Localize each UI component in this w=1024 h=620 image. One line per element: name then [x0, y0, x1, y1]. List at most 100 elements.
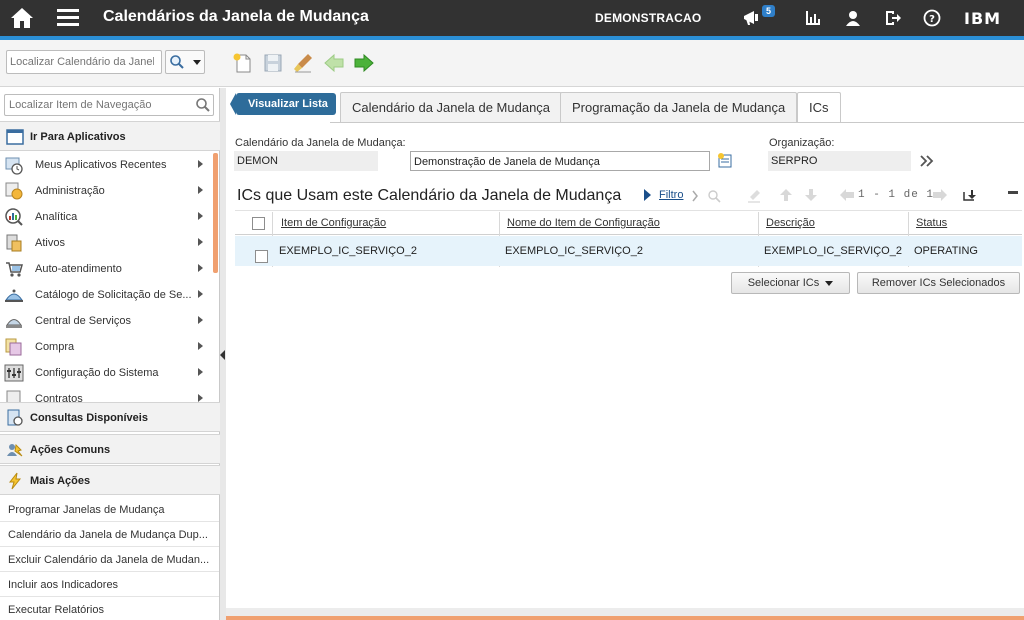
new-record-icon[interactable]	[232, 52, 254, 74]
cell-ci-name: EXEMPLO_IC_SERVIÇO_2	[505, 245, 643, 257]
help-icon[interactable]: ?	[922, 8, 942, 28]
profile-icon[interactable]	[843, 8, 863, 28]
reports-chart-icon[interactable]	[803, 8, 823, 28]
app-item-administration[interactable]: Administração	[0, 178, 212, 204]
app-item-assets[interactable]: Ativos	[0, 230, 212, 256]
select-all-checkbox[interactable]	[252, 217, 265, 230]
table-row[interactable]: EXEMPLO_IC_SERVIÇO_2 EXEMPLO_IC_SERVIÇO_…	[235, 236, 1022, 266]
column-header-ci-name[interactable]: Nome do Item de Configuração	[507, 217, 660, 229]
nav-search	[4, 94, 214, 116]
chevron-right-icon	[198, 212, 203, 220]
description-field[interactable]: Demonstração de Janela de Mudança	[410, 151, 710, 171]
arrow-up-icon[interactable]	[779, 187, 793, 203]
previous-page-icon[interactable]	[839, 188, 855, 202]
column-header-description[interactable]: Descrição	[766, 217, 815, 229]
chevron-right-icon	[198, 316, 203, 324]
service-catalog-icon	[5, 289, 23, 302]
service-desk-icon	[6, 319, 22, 328]
app-item-system-configuration[interactable]: Configuração do Sistema	[0, 360, 212, 386]
remove-selected-cis-button[interactable]: Remover ICs Selecionados	[857, 272, 1020, 294]
download-icon[interactable]	[962, 188, 976, 202]
chevron-right-icon	[198, 160, 203, 168]
user-name[interactable]: DEMONSTRACAO	[595, 11, 701, 25]
select-cis-label: Selecionar ICs	[747, 277, 820, 289]
app-item-contracts[interactable]: Contratos	[0, 386, 212, 402]
available-queries-header[interactable]: Consultas Disponíveis	[0, 402, 220, 432]
home-icon[interactable]	[8, 5, 36, 31]
applications-window-icon	[6, 129, 24, 145]
app-item-analytics[interactable]: Analítica	[0, 204, 212, 230]
nav-search-input[interactable]	[5, 95, 190, 115]
column-header-ci[interactable]: Item de Configuração	[281, 217, 386, 229]
select-cis-button[interactable]: Selecionar ICs	[731, 272, 850, 294]
sign-out-icon[interactable]	[883, 8, 903, 28]
hamburger-menu-icon[interactable]	[56, 7, 80, 29]
next-page-icon[interactable]	[932, 188, 948, 202]
apps-scrollbar[interactable]	[213, 153, 218, 273]
search-options-button[interactable]	[165, 50, 205, 74]
chevron-right-icon	[198, 290, 203, 298]
filter-tools-icon[interactable]	[692, 189, 732, 203]
footer-accent-bar	[226, 616, 1024, 620]
app-item-service-desk[interactable]: Central de Serviços	[0, 308, 212, 334]
app-item-label: Meus Aplicativos Recentes	[35, 159, 167, 171]
common-actions-label: Ações Comuns	[30, 444, 111, 456]
more-actions-header[interactable]: Mais Ações	[0, 465, 220, 495]
svg-text:?: ?	[929, 14, 935, 25]
organization-field-label: Organização:	[769, 137, 835, 149]
column-header-status[interactable]: Status	[916, 217, 947, 229]
clear-changes-icon[interactable]	[292, 52, 314, 74]
action-delete-calendar[interactable]: Excluir Calendário da Janela de Mudan...	[0, 547, 219, 572]
clear-filter-icon[interactable]	[746, 188, 762, 204]
app-item-recent[interactable]: Meus Aplicativos Recentes	[0, 152, 212, 178]
announcements-icon[interactable]	[742, 8, 762, 28]
list-view-button[interactable]: Visualizar Lista	[230, 93, 336, 115]
pagination-text: 1 - 1 de 1	[858, 189, 935, 201]
search-icon[interactable]	[195, 97, 211, 113]
arrow-down-icon[interactable]	[804, 187, 818, 203]
app-item-self-service[interactable]: Auto-atendimento	[0, 256, 212, 282]
cell-ci[interactable]: EXEMPLO_IC_SERVIÇO_2	[279, 245, 417, 257]
common-actions-header[interactable]: Ações Comuns	[0, 434, 220, 464]
section-title: ICs que Usam este Calendário da Janela d…	[237, 187, 622, 204]
go-to-double-chevron-icon[interactable]	[920, 155, 934, 167]
contracts-icon	[6, 390, 21, 402]
tab-cis[interactable]: ICs	[797, 92, 841, 123]
tab-divider	[330, 122, 1024, 123]
minimize-table-icon[interactable]	[1008, 190, 1018, 196]
system-configuration-icon	[4, 364, 24, 382]
previous-record-icon[interactable]	[323, 52, 345, 74]
app-item-service-catalog[interactable]: Catálogo de Solicitação de Se...	[0, 282, 212, 308]
tab-change-window-calendar[interactable]: Calendário da Janela de Mudança	[340, 92, 563, 122]
action-run-reports[interactable]: Executar Relatórios	[0, 597, 219, 620]
chevron-right-icon	[198, 342, 203, 350]
action-schedule-windows[interactable]: Programar Janelas de Mudança	[0, 497, 219, 522]
navigation-sidebar: Ir Para Aplicativos Meus Aplicativos Rec…	[0, 88, 220, 620]
go-to-applications-header[interactable]: Ir Para Aplicativos	[0, 121, 220, 151]
app-item-label: Analítica	[35, 211, 78, 223]
next-record-icon[interactable]	[353, 52, 375, 74]
action-add-bookmarks[interactable]: Incluir aos Indicadores	[0, 572, 219, 597]
chevron-down-icon	[193, 60, 201, 65]
app-item-label: Auto-atendimento	[35, 263, 122, 275]
save-icon[interactable]	[262, 52, 284, 74]
footer-gap	[226, 608, 1024, 616]
calendar-search-input[interactable]	[7, 51, 157, 73]
row-select-checkbox[interactable]	[255, 250, 268, 263]
collapse-arrow-icon	[220, 350, 225, 360]
chevron-right-icon	[198, 186, 203, 194]
filter-link[interactable]: Filtro	[659, 189, 683, 201]
organization-field: SERPRO	[768, 151, 911, 171]
chevron-right-icon	[198, 264, 203, 272]
main-content: Visualizar Lista Calendário da Janela de…	[226, 88, 1024, 620]
long-description-icon[interactable]	[717, 152, 735, 170]
action-duplicate-calendar[interactable]: Calendário da Janela de Mudança Dup...	[0, 522, 219, 547]
tab-change-window-schedule[interactable]: Programação da Janela de Mudança	[560, 92, 798, 122]
chevron-right-icon	[198, 238, 203, 246]
app-item-label: Compra	[35, 341, 75, 353]
analytics-icon	[5, 208, 23, 226]
app-item-label: Administração	[35, 185, 105, 197]
app-item-purchasing[interactable]: Compra	[0, 334, 212, 360]
assets-icon	[6, 234, 22, 252]
ibm-logo: IBM	[964, 9, 1002, 28]
